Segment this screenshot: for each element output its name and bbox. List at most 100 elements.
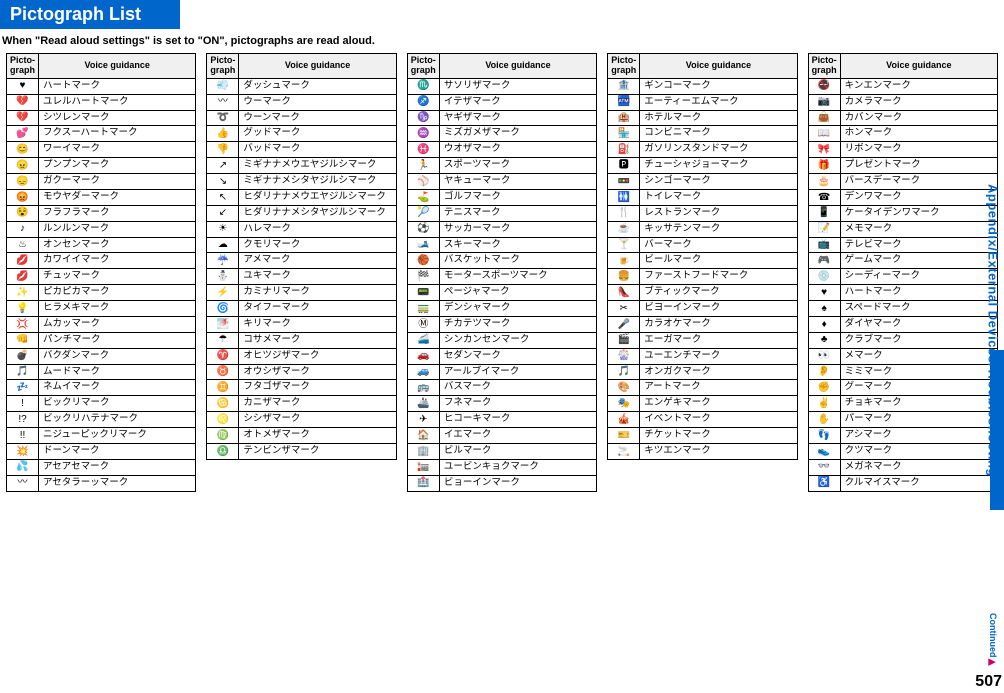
pictograph-icon: 💤 [7, 380, 39, 396]
table-row: !!ニジューピックリマーク [7, 428, 196, 444]
voice-guidance-text: パンチマーク [39, 332, 196, 348]
table-column: Picto-graphVoice guidance🏦ギンコーマーク🏧エーティーエ… [607, 53, 797, 492]
table-row: 🚗セダンマーク [407, 348, 596, 364]
pictograph-icon: 🅿 [608, 158, 640, 174]
pictograph-icon: 💿 [808, 269, 840, 285]
pictograph-icon: 💔 [7, 94, 39, 110]
voice-guidance-text: クラブマーク [840, 332, 997, 348]
pictograph-icon: ☂ [207, 332, 239, 348]
table-row: 🏥ビョーインマーク [407, 475, 596, 491]
pictograph-icon: ♣ [808, 332, 840, 348]
voice-guidance-text: ピカピカマーク [39, 285, 196, 301]
pictograph-icon: ♥ [7, 78, 39, 94]
table-row: ➰ウーンマーク [207, 110, 396, 126]
pictograph-icon: 👊 [7, 332, 39, 348]
pictograph-icon: !? [7, 412, 39, 428]
header-voice: Voice guidance [439, 54, 596, 79]
table-row: 🍺ビールマーク [608, 253, 797, 269]
voice-guidance-text: パーマーク [840, 412, 997, 428]
voice-guidance-text: ネムイマーク [39, 380, 196, 396]
table-row: 📝メモマーク [808, 221, 997, 237]
voice-guidance-text: カニザマーク [239, 396, 396, 412]
pictograph-icon: ♈ [207, 348, 239, 364]
table-row: ♥ハートマーク [808, 285, 997, 301]
pictograph-icon: 😡 [7, 189, 39, 205]
voice-guidance-text: メガネマーク [840, 459, 997, 475]
pictograph-icon: 🎾 [407, 205, 439, 221]
pictograph-icon: 👜 [808, 110, 840, 126]
voice-guidance-text: シシザマーク [239, 412, 396, 428]
pictograph-icon: 🎂 [808, 174, 840, 190]
pictograph-icon: ☕ [608, 221, 640, 237]
pictograph-icon: ⛽ [608, 142, 640, 158]
pictograph-icon: 🏁 [407, 269, 439, 285]
pictograph-icon: 🏪 [608, 126, 640, 142]
table-row: 🌀タイフーマーク [207, 301, 396, 317]
table-row: 🏦ギンコーマーク [608, 78, 797, 94]
table-row: 🍴レストランマーク [608, 205, 797, 221]
table-row: ♐イテザマーク [407, 94, 596, 110]
table-row: ♿クルマイスマーク [808, 475, 997, 491]
table-row: ♌シシザマーク [207, 412, 396, 428]
table-row: 💨ダッシュマーク [207, 78, 396, 94]
voice-guidance-text: リボンマーク [840, 142, 997, 158]
voice-guidance-text: キリマーク [239, 316, 396, 332]
pictograph-icon: 〰 [207, 94, 239, 110]
table-row: ♒ミズガメザマーク [407, 126, 596, 142]
pictograph-icon: ☎ [808, 189, 840, 205]
voice-guidance-text: バースデーマーク [840, 174, 997, 190]
voice-guidance-text: プンプンマーク [39, 158, 196, 174]
voice-guidance-text: オヒツジザマーク [239, 348, 396, 364]
table-row: 💣バクダンマーク [7, 348, 196, 364]
table-row: 〰ウーマーク [207, 94, 396, 110]
pictograph-icon: 📝 [808, 221, 840, 237]
voice-guidance-text: サソリザマーク [439, 78, 596, 94]
pictograph-icon: 💨 [207, 78, 239, 94]
table-row: ↙ヒダリナナメシタヤジルシマーク [207, 205, 396, 221]
pictograph-table: Picto-graphVoice guidance♏サソリザマーク♐イテザマーク… [407, 53, 597, 492]
voice-guidance-text: カワイイマーク [39, 253, 196, 269]
pictograph-table: Picto-graphVoice guidance🏦ギンコーマーク🏧エーティーエ… [607, 53, 797, 460]
table-row: 💿シーディーマーク [808, 269, 997, 285]
table-row: 🎵オンガクマーク [608, 364, 797, 380]
header-voice: Voice guidance [640, 54, 797, 79]
voice-guidance-text: タイフーマーク [239, 301, 396, 317]
table-row: 🍔ファーストフードマーク [608, 269, 797, 285]
table-row: ♈オヒツジザマーク [207, 348, 396, 364]
table-row: 🎵ムードマーク [7, 364, 196, 380]
voice-guidance-text: チューシャジョーマーク [640, 158, 797, 174]
pictograph-icon: ♦ [808, 316, 840, 332]
pictograph-icon: 🚃 [407, 301, 439, 317]
voice-guidance-text: トイレマーク [640, 189, 797, 205]
table-row: !?ビックリハテナマーク [7, 412, 196, 428]
page-number: 507 [975, 673, 1002, 691]
voice-guidance-text: キンエンマーク [840, 78, 997, 94]
voice-guidance-text: ユービンキョクマーク [439, 459, 596, 475]
voice-guidance-text: バクダンマーク [39, 348, 196, 364]
pictograph-icon: 🏥 [407, 475, 439, 491]
table-row: 🎾テニスマーク [407, 205, 596, 221]
table-row: 🎡ユーエンチマーク [608, 348, 797, 364]
table-column: Picto-graphVoice guidance💨ダッシュマーク〰ウーマーク➰… [206, 53, 396, 492]
voice-guidance-text: ホテルマーク [640, 110, 797, 126]
subtitle-text: When "Read aloud settings" is set to "ON… [0, 29, 1004, 53]
pictograph-icon: ♿ [808, 475, 840, 491]
pictograph-icon: 🚙 [407, 364, 439, 380]
pictograph-icon: ♋ [207, 396, 239, 412]
pictograph-icon: 📺 [808, 237, 840, 253]
pictograph-icon: 〰 [7, 475, 39, 491]
voice-guidance-text: ビルマーク [439, 443, 596, 459]
pictograph-icon: 🏦 [608, 78, 640, 94]
pictograph-icon: 🍸 [608, 237, 640, 253]
table-row: ♊フタゴザマーク [207, 380, 396, 396]
table-row: 🏀バスケットマーク [407, 253, 596, 269]
voice-guidance-text: ブティックマーク [640, 285, 797, 301]
pictograph-icon: ↗ [207, 158, 239, 174]
table-row: ♥ハートマーク [7, 78, 196, 94]
table-row: 💕フクスーハートマーク [7, 126, 196, 142]
voice-guidance-text: エンゲキマーク [640, 396, 797, 412]
tables-container: Picto-graphVoice guidance♥ハートマーク💔ユレルハートマ… [0, 53, 1004, 492]
pictograph-table: Picto-graphVoice guidance🚭キンエンマーク📷カメラマーク… [808, 53, 998, 492]
pictograph-icon: ♌ [207, 412, 239, 428]
table-row: ↗ミギナナメウエヤジルシマーク [207, 158, 396, 174]
